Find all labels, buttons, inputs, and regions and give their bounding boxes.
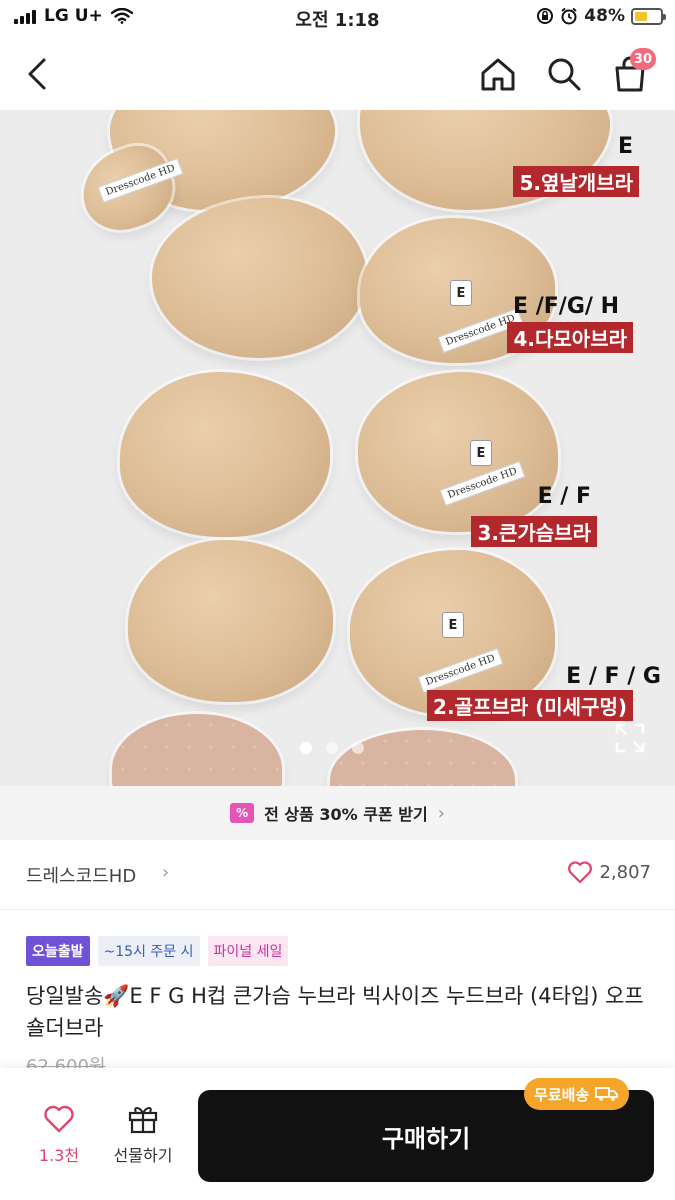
like-count: 2,807 (599, 861, 651, 883)
search-icon (548, 58, 581, 91)
wishlist-count: 1.3천 (38, 1146, 80, 1165)
coupon-icon: % (230, 803, 255, 823)
app-header: 30 (0, 40, 675, 106)
cart-count-badge: 30 (629, 48, 656, 70)
rotation-lock-icon (537, 8, 554, 24)
fullscreen-icon[interactable] (614, 722, 646, 754)
type-label-3: 3.큰가슴브라 (471, 516, 597, 547)
gift-label: 선물하기 (113, 1146, 173, 1165)
back-arrow-icon (28, 58, 46, 90)
type-label-2: 2.골프브라 (미세구멍) (427, 690, 633, 721)
gift-button[interactable]: 선물하기 (108, 1104, 178, 1166)
carousel-dot[interactable] (300, 742, 312, 754)
coupon-banner[interactable]: % 전 상품 30% 쿠폰 받기 › (0, 786, 675, 840)
battery-icon (631, 7, 666, 25)
bottom-action-bar: 1.3천 선물하기 구매하기 무료배송 (0, 1068, 675, 1200)
heart-icon (44, 1105, 74, 1133)
carousel-dot[interactable] (326, 742, 338, 754)
product-cup (128, 540, 333, 702)
cart-button[interactable]: 30 (606, 48, 656, 98)
coupon-text: 전 상품 30% 쿠폰 받기 (264, 805, 428, 824)
size-stamp: E (450, 280, 472, 306)
carousel-dots (300, 742, 364, 754)
order-deadline-badge: ~15시 주문 시 (97, 936, 200, 966)
product-cup-perforated (330, 730, 515, 786)
home-button[interactable] (474, 50, 522, 98)
status-right: 48% (536, 6, 666, 26)
size-stamp: E (470, 440, 492, 466)
size-label-4: E /F/G/ H (513, 294, 619, 319)
wishlist-button[interactable]: 1.3천 (24, 1104, 94, 1166)
final-sale-badge: 파이널 세일 (207, 936, 289, 966)
product-cup (152, 198, 367, 358)
product-cup (358, 372, 558, 532)
back-button[interactable] (14, 50, 62, 98)
free-shipping-label: 무료배송 (534, 1085, 590, 1104)
size-label-5: E (617, 134, 633, 159)
store-name-link[interactable]: 드레스코드HD (26, 862, 136, 888)
type-label-4: 4.다모아브라 (507, 322, 633, 353)
free-shipping-badge: 무료배송 (524, 1078, 630, 1110)
product-cup-perforated (112, 714, 282, 786)
battery-fill (635, 11, 647, 21)
chevron-right-icon: › (437, 802, 445, 824)
chevron-right-icon: › (162, 862, 170, 883)
search-button[interactable] (540, 50, 588, 98)
status-bar: LG U+ 오전 1:18 48% (0, 0, 675, 36)
carousel-dot[interactable] (352, 742, 364, 754)
today-shipping-badge: 오늘출발 (26, 936, 90, 966)
battery-percent: 48% (584, 6, 625, 26)
store-row: 드레스코드HD › 2,807 (0, 840, 675, 910)
size-label-2: E / F / G (566, 664, 661, 689)
like-button[interactable]: 2,807 (567, 860, 651, 884)
size-stamp: E (442, 612, 464, 638)
home-icon (481, 58, 515, 91)
alarm-icon (561, 7, 577, 25)
type-label-5: 5.옆날개브라 (513, 166, 639, 197)
product-badges: 오늘출발 ~15시 주문 시 파이널 세일 (26, 936, 289, 966)
size-label-3: E / F (537, 484, 591, 509)
heart-icon (568, 861, 593, 884)
truck-icon (595, 1087, 619, 1101)
gift-icon (128, 1107, 158, 1134)
product-image-carousel[interactable]: Dresscode HD E Dresscode HD E Dresscode … (0, 110, 675, 786)
product-cup (120, 372, 330, 537)
product-title: 당일발송🚀E F G H컵 큰가슴 누브라 빅사이즈 누드브라 (4타입) 오프… (26, 984, 644, 1040)
